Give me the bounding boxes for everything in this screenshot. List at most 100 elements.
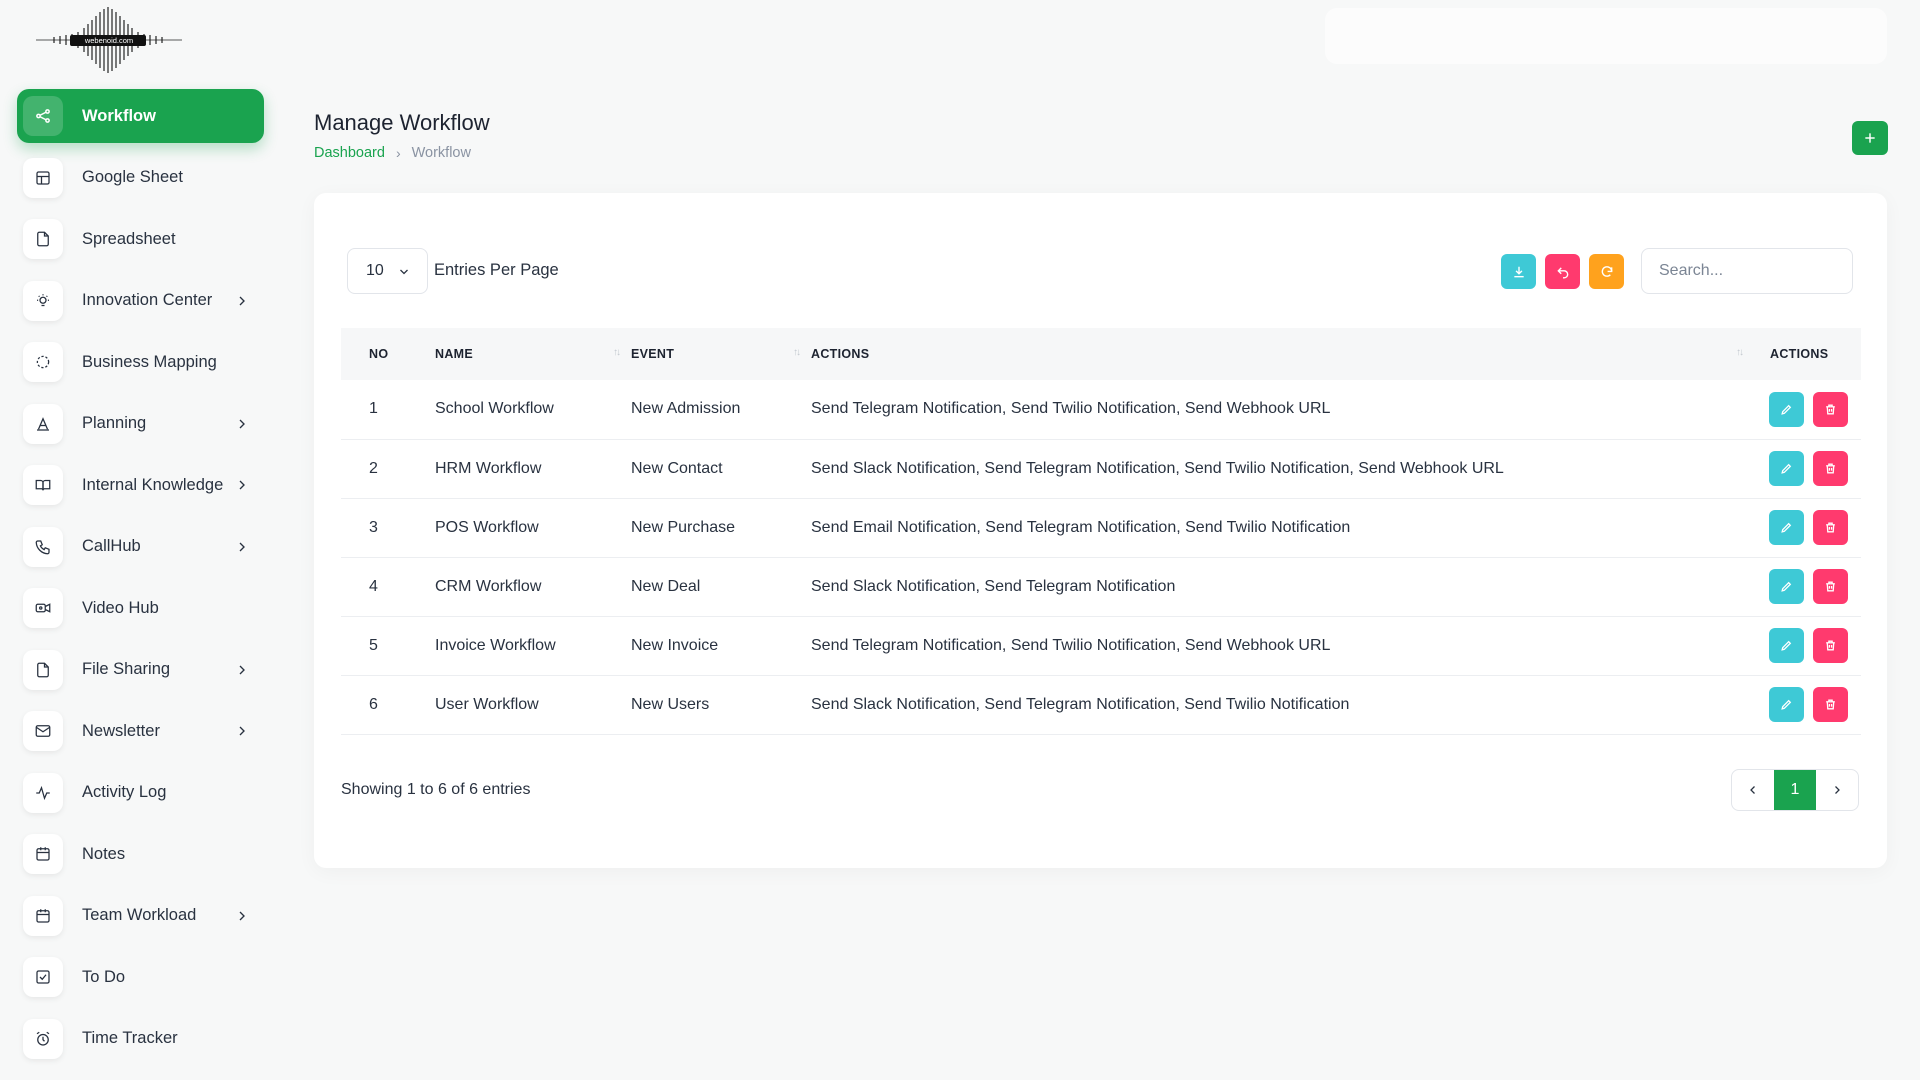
- sidebar: webenoid.com Workflow Google Sheet Sprea…: [0, 0, 280, 1080]
- edit-button[interactable]: [1769, 687, 1804, 722]
- column-header-actions-list[interactable]: ACTIONS ↑↓: [811, 328, 1754, 380]
- chevron-left-icon: [1750, 786, 1755, 794]
- row-actions-list: Send Slack Notification, Send Telegram N…: [811, 577, 1176, 595]
- edit-button[interactable]: [1769, 628, 1804, 663]
- export-button[interactable]: [1501, 254, 1536, 289]
- delete-button[interactable]: [1813, 687, 1848, 722]
- table-row: 4 CRM Workflow New Deal Send Slack Notif…: [341, 557, 1861, 616]
- pagination-page-1[interactable]: 1: [1774, 770, 1816, 810]
- sidebar-item-label: File Sharing: [82, 660, 171, 678]
- sidebar-item-notes[interactable]: Notes: [17, 827, 264, 881]
- row-action-buttons: [1754, 616, 1861, 675]
- sidebar-item-spreadsheet[interactable]: Spreadsheet: [17, 212, 264, 266]
- row-no: 2: [369, 459, 378, 477]
- row-action-buttons: [1754, 675, 1861, 734]
- row-action-buttons: [1754, 498, 1861, 557]
- mail-icon: [23, 711, 63, 751]
- trash-icon: [1826, 581, 1835, 592]
- activity-icon: [23, 772, 63, 813]
- reset-button[interactable]: [1545, 254, 1580, 289]
- row-name: POS Workflow: [435, 518, 539, 536]
- sidebar-item-newsletter[interactable]: Newsletter: [17, 704, 264, 758]
- circle-dashed-icon: [23, 342, 63, 382]
- row-actions-list: Send Telegram Notification, Send Twilio …: [811, 400, 1331, 418]
- bulb-icon: [23, 280, 63, 321]
- logo[interactable]: webenoid.com: [34, 6, 184, 74]
- sidebar-nav: Workflow Google Sheet Spreadsheet Innova…: [17, 89, 264, 1073]
- sidebar-item-internal-knowledge[interactable]: Internal Knowledge: [17, 458, 264, 512]
- file-icon: [23, 649, 63, 690]
- sidebar-item-label: Spreadsheet: [82, 229, 176, 248]
- row-actions-list: Send Slack Notification, Send Telegram N…: [811, 695, 1350, 713]
- column-header-no[interactable]: NO: [341, 328, 435, 380]
- sidebar-item-label: Newsletter: [82, 721, 160, 740]
- sidebar-item-google-sheet[interactable]: Google Sheet: [17, 151, 264, 205]
- delete-button[interactable]: [1813, 391, 1848, 427]
- sidebar-item-label: Google Sheet: [82, 168, 183, 186]
- edit-button[interactable]: [1769, 510, 1804, 545]
- search-input[interactable]: [1641, 248, 1853, 294]
- sidebar-item-file-sharing[interactable]: File Sharing: [17, 643, 264, 697]
- sidebar-item-planning[interactable]: Planning: [17, 397, 264, 451]
- sidebar-item-innovation-center[interactable]: Innovation Center: [17, 274, 264, 328]
- calendar-icon: [23, 895, 63, 936]
- row-name: School Workflow: [435, 400, 554, 418]
- sidebar-item-label: Business Mapping: [82, 352, 217, 371]
- delete-button[interactable]: [1813, 569, 1848, 604]
- sidebar-item-video-hub[interactable]: Video Hub: [17, 581, 264, 635]
- pagination-prev-button[interactable]: [1732, 770, 1774, 810]
- breadcrumb-dashboard-link[interactable]: Dashboard: [314, 145, 385, 161]
- delete-button[interactable]: [1813, 510, 1848, 545]
- entries-per-page-value: 10: [366, 262, 384, 279]
- table-row: 3 POS Workflow New Purchase Send Email N…: [341, 498, 1861, 557]
- sidebar-item-workflow[interactable]: Workflow: [17, 89, 264, 143]
- sidebar-item-label: Innovation Center: [82, 291, 213, 309]
- workflow-table-card: 10 Entries Per Page NO NAME↑↓ EVENT↑↓ AC…: [314, 193, 1887, 868]
- sidebar-item-label: CallHub: [82, 537, 141, 555]
- row-no: 6: [369, 695, 378, 713]
- column-header-event[interactable]: EVENT ↑↓: [631, 328, 811, 380]
- entries-per-page-select[interactable]: 10: [347, 248, 428, 294]
- add-workflow-button[interactable]: [1852, 121, 1888, 155]
- trash-icon: [1826, 522, 1835, 533]
- sidebar-item-label: Activity Log: [82, 783, 167, 801]
- download-icon: [1513, 266, 1524, 277]
- sort-icon: ↑↓: [1736, 347, 1744, 358]
- chevron-right-icon: [239, 665, 245, 674]
- row-action-buttons: [1754, 380, 1861, 439]
- reload-button[interactable]: [1589, 254, 1624, 289]
- row-event: New Invoice: [631, 636, 719, 654]
- entries-per-page-label: Entries Per Page: [434, 261, 559, 279]
- row-name: CRM Workflow: [435, 577, 542, 595]
- delete-button[interactable]: [1813, 451, 1848, 486]
- breadcrumb: Dashboard › Workflow: [314, 145, 471, 161]
- sidebar-item-to-do[interactable]: To Do: [17, 950, 264, 1004]
- row-name: HRM Workflow: [435, 459, 542, 477]
- sidebar-item-team-workload[interactable]: Team Workload: [17, 889, 264, 943]
- sidebar-item-activity-log[interactable]: Activity Log: [17, 766, 264, 820]
- delete-button[interactable]: [1813, 628, 1848, 663]
- pencil-icon: [1781, 522, 1792, 533]
- sidebar-item-label: Workflow: [82, 106, 156, 125]
- chevron-right-icon: [1835, 786, 1840, 794]
- phone-icon: [23, 526, 63, 567]
- edit-button[interactable]: [1769, 451, 1804, 486]
- breadcrumb-current: Workflow: [411, 145, 471, 161]
- sidebar-item-business-mapping[interactable]: Business Mapping: [17, 335, 264, 389]
- sort-icon: ↑↓: [613, 347, 621, 358]
- column-header-name[interactable]: NAME ↑↓: [435, 328, 631, 380]
- topbar: [1325, 8, 1887, 64]
- row-name: Invoice Workflow: [435, 636, 556, 654]
- edit-button[interactable]: [1769, 569, 1804, 604]
- share-icon: [23, 96, 63, 136]
- showing-entries-text: Showing 1 to 6 of 6 entries: [341, 781, 531, 798]
- sidebar-item-time-tracker[interactable]: Time Tracker: [17, 1012, 264, 1066]
- refresh-icon: [1601, 265, 1612, 277]
- pagination-next-button[interactable]: [1816, 770, 1858, 810]
- pencil-icon: [1781, 699, 1792, 710]
- video-icon: [23, 588, 63, 628]
- table-row: 6 User Workflow New Users Send Slack Not…: [341, 675, 1861, 734]
- page-title: Manage Workflow: [314, 110, 490, 135]
- edit-button[interactable]: [1769, 391, 1804, 427]
- sidebar-item-callhub[interactable]: CallHub: [17, 520, 264, 574]
